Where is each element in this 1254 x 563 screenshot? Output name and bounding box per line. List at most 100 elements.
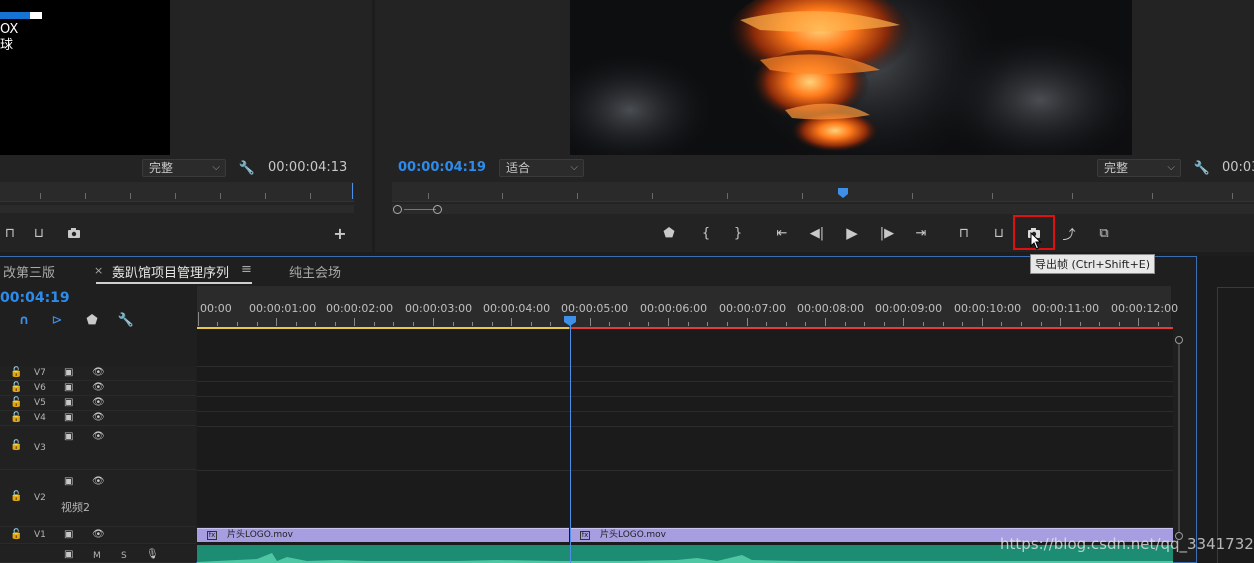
active-tab-indicator xyxy=(96,282,252,284)
solo-button[interactable]: S xyxy=(121,551,127,561)
timeline-time-ruler[interactable]: 00:00 00:00:01:00 00:00:02:00 00:00:03:0… xyxy=(197,286,1178,328)
track-header-v7[interactable]: 🔓 V7 ▣ 👁 xyxy=(0,366,196,381)
track-label-v1: V1 xyxy=(34,530,46,540)
timeline-vertical-scrollbar[interactable] xyxy=(1175,336,1183,546)
eye-icon[interactable]: 👁 xyxy=(92,397,105,408)
lock-icon[interactable]: 🔓 xyxy=(10,412,22,423)
eye-icon[interactable]: 👁 xyxy=(92,382,105,393)
tab-sequence-2[interactable]: 轰趴馆项目管理序列 xyxy=(112,262,229,281)
sync-lock-icon[interactable]: ▣ xyxy=(64,529,73,540)
nest-toggle-icon[interactable]: ∩ xyxy=(14,311,34,329)
eye-icon[interactable]: 👁 xyxy=(92,529,105,540)
step-forward-icon[interactable]: |▶ xyxy=(877,224,897,242)
source-insert-icon[interactable]: ⊓ xyxy=(0,224,20,242)
mark-in-icon[interactable]: { xyxy=(696,224,716,242)
fx-badge-icon: fx xyxy=(580,531,590,540)
ruler-label: 00:00:09:00 xyxy=(875,302,943,315)
program-zoom-value: 适合 xyxy=(506,161,531,175)
watermark-text: https://blog.csdn.net/qq_33417321 xyxy=(1000,535,1254,553)
source-text-2: 球 xyxy=(0,38,14,53)
source-text-1: OX xyxy=(0,22,19,37)
eye-icon[interactable]: 👁 xyxy=(92,412,105,423)
source-time-ruler[interactable] xyxy=(0,182,354,202)
snap-icon[interactable]: ⊳ xyxy=(47,311,67,329)
source-video-frame xyxy=(0,0,170,155)
source-wrench-icon[interactable]: 🔧 xyxy=(237,159,257,177)
eye-icon[interactable]: 👁 xyxy=(92,367,105,378)
lock-icon[interactable]: 🔓 xyxy=(10,440,22,451)
timeline-timecode[interactable]: 00:04:19 xyxy=(0,290,70,306)
playhead-line[interactable] xyxy=(570,318,571,563)
export-frame-tooltip: 导出帧 (Ctrl+Shift+E) xyxy=(1030,254,1156,274)
track-header-v2[interactable]: 🔓 V2 ▣ 👁 视频2 xyxy=(0,470,196,527)
tab-sequence-1[interactable]: 改第三版 xyxy=(3,262,55,281)
tab-sequence-3[interactable]: 纯主会场 xyxy=(289,262,341,281)
mark-out-icon[interactable]: } xyxy=(728,224,748,242)
video-clip-1[interactable]: fx 片头LOGO.mov xyxy=(197,528,569,542)
source-timecode[interactable]: 00:00:04:13 xyxy=(268,160,347,175)
go-to-in-icon[interactable]: ⇤ xyxy=(772,224,792,242)
track-header-v3[interactable]: 🔓 V3 ▣ 👁 xyxy=(0,426,196,470)
program-zoom-dropdown[interactable]: 适合 ⌵ xyxy=(499,159,584,177)
track-header-v4[interactable]: 🔓 V4 ▣ 👁 xyxy=(0,411,196,426)
lift-icon[interactable]: ⊓ xyxy=(954,224,974,242)
sync-lock-icon[interactable]: ▣ xyxy=(64,382,73,393)
go-to-out-icon[interactable]: ⇥ xyxy=(911,224,931,242)
right-side-panel-inner xyxy=(1217,287,1254,563)
lock-icon[interactable]: 🔓 xyxy=(10,491,22,502)
program-playhead-marker[interactable] xyxy=(838,188,848,198)
track-label-v6: V6 xyxy=(34,383,46,393)
clip-label: 片头LOGO.mov xyxy=(600,530,666,540)
program-zoom-bar[interactable] xyxy=(392,204,1254,214)
sync-lock-icon[interactable]: ▣ xyxy=(64,431,73,442)
program-wrench-icon[interactable]: 🔧 xyxy=(1192,159,1212,177)
tab-menu-icon[interactable]: ≡ xyxy=(241,262,252,277)
program-quality-dropdown[interactable]: 完整 ⌵ xyxy=(1097,159,1181,177)
source-add-button-icon[interactable]: + xyxy=(330,224,350,243)
program-time-ruler[interactable] xyxy=(392,182,1254,202)
sync-lock-icon[interactable]: ▣ xyxy=(64,476,73,487)
eye-icon[interactable]: 👁 xyxy=(92,431,105,442)
play-icon[interactable]: ▶ xyxy=(842,224,862,242)
lock-icon[interactable]: 🔓 xyxy=(10,382,22,393)
mute-button[interactable]: M xyxy=(93,551,101,561)
lock-icon[interactable]: 🔓 xyxy=(10,367,22,378)
sync-lock-icon[interactable]: ▣ xyxy=(64,367,73,378)
track-header-v6[interactable]: 🔓 V6 ▣ 👁 xyxy=(0,381,196,396)
eye-icon[interactable]: 👁 xyxy=(92,476,105,487)
sync-lock-icon[interactable]: ▣ xyxy=(64,412,73,423)
program-quality-value: 完整 xyxy=(1104,161,1129,175)
track-label-v5: V5 xyxy=(34,398,46,408)
track-header-v1[interactable]: 🔓 V1 ▣ 👁 xyxy=(0,527,196,544)
extract-icon[interactable]: ⊔ xyxy=(989,224,1009,242)
tab-close-icon[interactable]: × xyxy=(94,264,103,277)
track-header-a1[interactable]: ▣ M S 🎙 xyxy=(0,546,196,563)
source-fit-dropdown[interactable]: 完整 ⌵ xyxy=(142,159,226,177)
source-zoom-bar[interactable] xyxy=(0,205,354,213)
program-timecode[interactable]: 00:00:04:19 xyxy=(398,160,486,175)
add-marker-icon[interactable]: ⬟ xyxy=(659,224,679,242)
track-label-v7: V7 xyxy=(34,368,46,378)
program-right-timecode: 00:03 xyxy=(1222,160,1254,175)
compare-view-icon[interactable]: ⧉ xyxy=(1094,224,1114,242)
sync-lock-icon[interactable]: ▣ xyxy=(64,397,73,408)
timeline-settings-wrench-icon[interactable]: 🔧 xyxy=(116,311,136,329)
ruler-label: 00:00:03:00 xyxy=(405,302,473,315)
insert-to-timeline-icon[interactable]: ⤴ xyxy=(1059,224,1079,243)
timeline-marker-icon[interactable]: ⬟ xyxy=(82,311,102,329)
work-area-bar-rendered xyxy=(197,327,569,329)
sync-lock-icon[interactable]: ▣ xyxy=(64,549,73,560)
step-back-icon[interactable]: ◀| xyxy=(807,224,827,242)
track-header-v5[interactable]: 🔓 V5 ▣ 👁 xyxy=(0,396,196,411)
source-camera-icon[interactable] xyxy=(64,224,84,242)
lock-icon[interactable]: 🔓 xyxy=(10,397,22,408)
ruler-label: 00:00:05:00 xyxy=(561,302,629,315)
microphone-icon[interactable]: 🎙 xyxy=(146,549,159,560)
source-fit-value: 完整 xyxy=(149,161,174,175)
ruler-label: 00:00:11:00 xyxy=(1032,302,1100,315)
source-overwrite-icon[interactable]: ⊔ xyxy=(29,224,49,242)
program-video-frame xyxy=(570,0,1132,155)
ruler-label: 00:00:04:00 xyxy=(483,302,551,315)
track-name-v2: 视频2 xyxy=(61,501,90,514)
lock-icon[interactable]: 🔓 xyxy=(10,529,22,540)
